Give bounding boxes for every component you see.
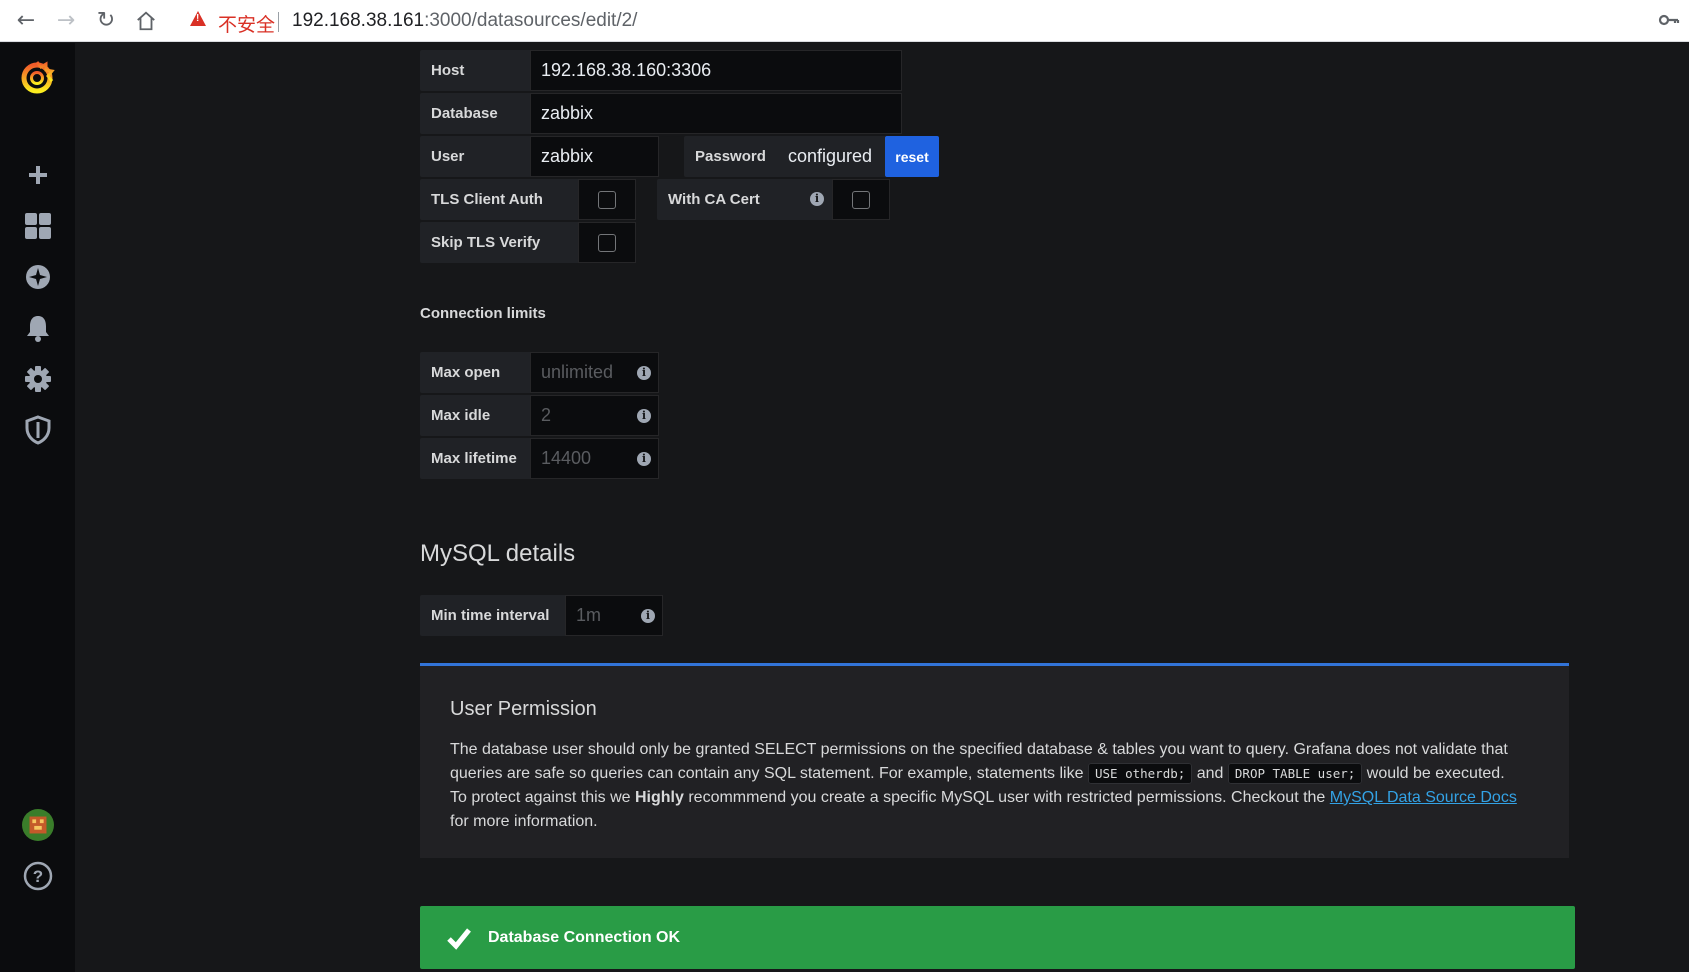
database-row: Database zabbix — [420, 93, 902, 134]
datasource-settings: Host 192.168.38.160:3306 Database zabbix… — [75, 43, 1689, 972]
max-open-placeholder: unlimited — [541, 362, 614, 382]
permission-highly: Highly — [635, 789, 684, 806]
user-permission-panel: User Permission The database user should… — [420, 663, 1569, 858]
svg-text:?: ? — [33, 867, 43, 886]
help-icon[interactable]: ? — [22, 860, 54, 892]
sidebar: ? — [0, 43, 75, 972]
max-lifetime-input[interactable]: 14400 i — [530, 438, 659, 479]
max-open-input[interactable]: unlimited i — [530, 352, 659, 393]
with-ca-cert-text: With CA Cert — [668, 191, 760, 208]
gear-icon[interactable] — [22, 363, 54, 395]
user-input[interactable]: zabbix — [530, 136, 659, 177]
permission-line-4: for more information. — [450, 813, 598, 830]
key-icon[interactable] — [1657, 8, 1681, 32]
max-lifetime-label: Max lifetime — [420, 438, 530, 479]
insecure-label: 不安全 — [218, 14, 276, 36]
max-open-row: Max open unlimited i — [420, 352, 659, 393]
permission-line-2a: queries are safe so queries can contain … — [450, 765, 1084, 782]
max-idle-placeholder: 2 — [541, 405, 552, 425]
min-time-interval-input[interactable]: 1m i — [565, 595, 663, 636]
url-path: :3000/datasources/edit/2/ — [424, 10, 638, 31]
permission-line-2b: and — [1196, 765, 1224, 782]
host-row: Host 192.168.38.160:3306 — [420, 50, 902, 91]
skip-tls-verify-row: Skip TLS Verify — [420, 222, 636, 263]
user-permission-text: The database user should only be granted… — [450, 738, 1550, 834]
avatar[interactable] — [22, 809, 54, 841]
permission-line-1: The database user should only be granted… — [450, 741, 1508, 758]
connection-ok-alert: Database Connection OK — [420, 906, 1575, 969]
divider — [278, 12, 279, 32]
password-configured-value: configured — [777, 136, 885, 177]
code-drop-table: DROP TABLE user; — [1227, 763, 1363, 784]
tls-client-auth-row: TLS Client Auth — [420, 179, 636, 220]
password-label: Password — [684, 136, 777, 177]
password-row: Password configured reset — [684, 136, 939, 177]
permission-line-3a: To protect against this we — [450, 789, 631, 806]
home-icon[interactable] — [132, 7, 160, 35]
skip-tls-verify-label: Skip TLS Verify — [420, 222, 578, 263]
user-row: User zabbix — [420, 136, 659, 177]
max-lifetime-placeholder: 14400 — [541, 448, 592, 468]
shield-icon[interactable] — [22, 414, 54, 446]
address-bar[interactable]: 不安全 192.168.38.161:3000/datasources/edit… — [180, 4, 1660, 38]
info-icon[interactable]: i — [641, 609, 655, 623]
max-idle-input[interactable]: 2 i — [530, 395, 659, 436]
with-ca-cert-row: With CA Cert i — [657, 179, 890, 220]
dashboards-icon[interactable] — [22, 210, 54, 242]
user-label: User — [420, 136, 530, 177]
code-use-otherdb: USE otherdb; — [1087, 763, 1193, 784]
max-idle-row: Max idle 2 i — [420, 395, 659, 436]
tls-client-auth-checkbox[interactable] — [578, 179, 636, 220]
info-icon[interactable]: i — [637, 409, 651, 423]
url-text[interactable]: 192.168.38.161:3000/datasources/edit/2/ — [292, 10, 637, 32]
host-input[interactable]: 192.168.38.160:3306 — [530, 50, 902, 91]
plus-icon[interactable] — [22, 159, 54, 191]
alert-message: Database Connection OK — [488, 928, 681, 946]
forward-arrow-icon[interactable]: → — [52, 7, 80, 35]
warning-icon — [190, 11, 206, 26]
max-idle-label: Max idle — [420, 395, 530, 436]
info-icon[interactable]: i — [637, 452, 651, 466]
connection-limits-title: Connection limits — [420, 305, 546, 322]
with-ca-cert-checkbox[interactable] — [832, 179, 890, 220]
skip-tls-verify-checkbox[interactable] — [578, 222, 636, 263]
info-icon[interactable]: i — [810, 192, 824, 206]
min-time-interval-label: Min time interval — [420, 595, 565, 636]
mysql-details-title: MySQL details — [420, 540, 576, 567]
mysql-docs-link[interactable]: MySQL Data Source Docs — [1330, 789, 1517, 806]
reset-password-button[interactable]: reset — [885, 136, 939, 177]
permission-line-2c: would be executed. — [1366, 765, 1505, 782]
with-ca-cert-label: With CA Cert i — [657, 179, 832, 220]
back-arrow-icon[interactable]: ← — [12, 7, 40, 35]
host-label: Host — [420, 50, 530, 91]
permission-line-3b: recommmend you create a specific MySQL u… — [688, 789, 1326, 806]
bell-icon[interactable] — [22, 312, 54, 344]
user-permission-title: User Permission — [450, 698, 597, 720]
max-lifetime-row: Max lifetime 14400 i — [420, 438, 659, 479]
database-input[interactable]: zabbix — [530, 93, 902, 134]
check-icon — [447, 927, 471, 950]
max-open-label: Max open — [420, 352, 530, 393]
url-host: 192.168.38.161 — [292, 10, 425, 31]
database-label: Database — [420, 93, 530, 134]
tls-client-auth-label: TLS Client Auth — [420, 179, 578, 220]
min-time-interval-placeholder: 1m — [576, 605, 602, 625]
reload-icon[interactable]: ↻ — [92, 7, 120, 35]
explore-compass-icon[interactable] — [22, 261, 54, 293]
min-time-interval-row: Min time interval 1m i — [420, 595, 663, 636]
browser-toolbar: ← → ↻ 不安全 192.168.38.161:3000/datasource… — [0, 0, 1689, 42]
grafana-logo-icon[interactable] — [17, 57, 57, 97]
info-icon[interactable]: i — [637, 366, 651, 380]
